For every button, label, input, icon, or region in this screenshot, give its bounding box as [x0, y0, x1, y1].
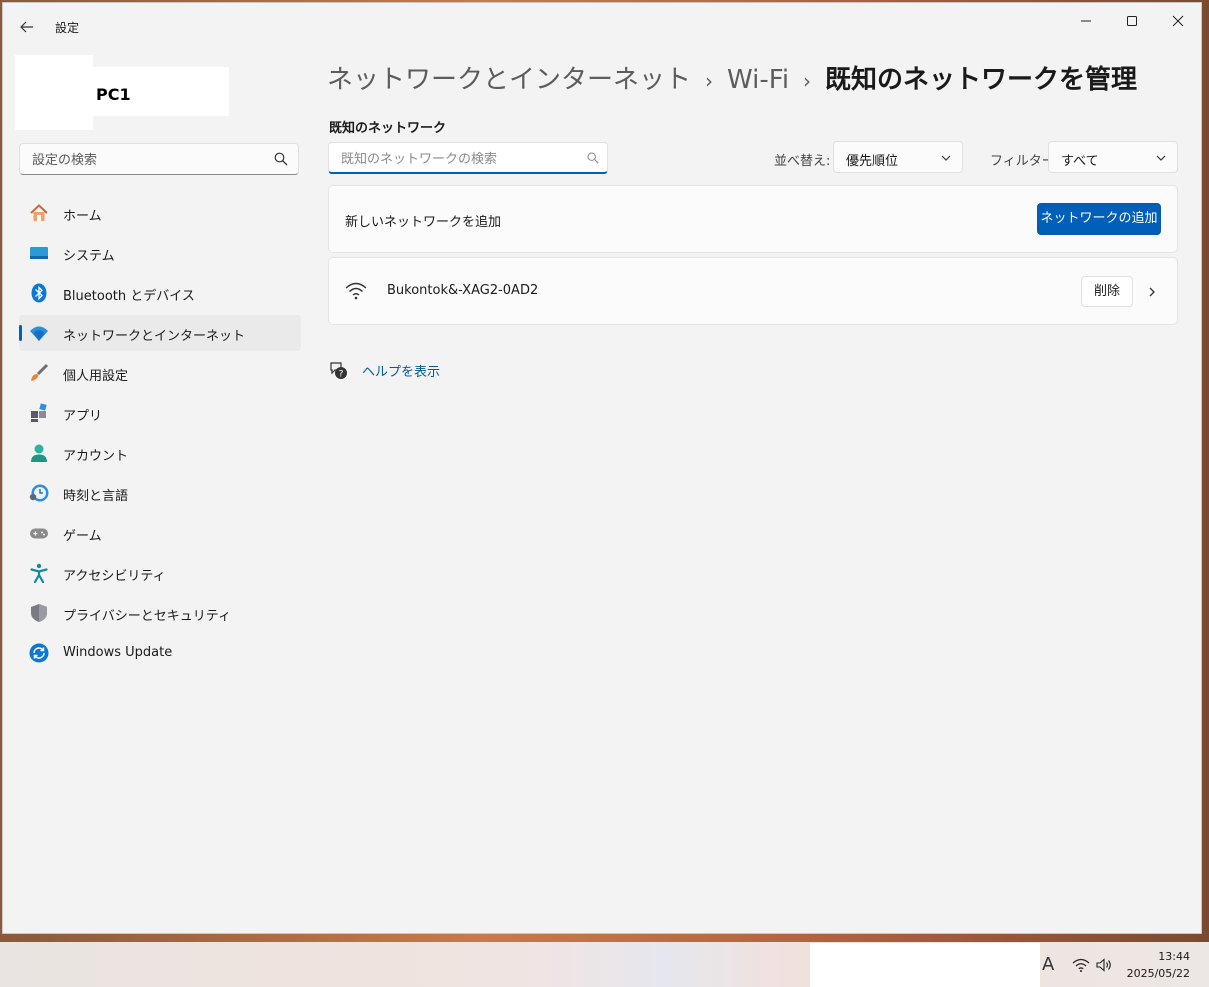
sidebar-item-label: 個人用設定	[63, 369, 129, 384]
settings-window: 設定 PC1 ホーム	[2, 2, 1202, 934]
gamepad-icon	[30, 528, 48, 539]
search-icon	[587, 152, 599, 164]
add-network-label: 新しいネットワークを追加	[345, 215, 502, 230]
maximize-button[interactable]	[1109, 9, 1155, 37]
sort-dropdown[interactable]: 優先順位	[833, 141, 963, 173]
sidebar-item-label: 時刻と言語	[63, 489, 129, 504]
network-name: Bukontok&-XAG2-0AD2	[387, 283, 539, 298]
add-network-card: 新しいネットワークを追加 ネットワークの追加	[328, 185, 1178, 253]
brush-icon	[31, 363, 49, 381]
user-name: PC1	[96, 85, 131, 104]
clock-date[interactable]: 2025/05/22	[1120, 967, 1190, 980]
sidebar-nav: ホーム システム Bluetooth とデバイス ネットワークとインターネット	[19, 195, 301, 675]
sidebar-item-label: アクセシビリティ	[63, 569, 166, 584]
network-row[interactable]: Bukontok&-XAG2-0AD2 削除	[328, 257, 1178, 325]
apps-icon	[31, 403, 47, 422]
help-link[interactable]: ヘルプを表示	[362, 361, 440, 380]
accessibility-icon	[30, 563, 48, 583]
breadcrumb: ネットワークとインターネット › Wi-Fi › 既知のネットワークを管理	[327, 59, 1137, 99]
breadcrumb-separator: ›	[705, 69, 714, 93]
sort-label: 並べ替え:	[774, 154, 831, 169]
system-icon	[30, 247, 48, 259]
chevron-right-icon[interactable]	[1146, 286, 1158, 298]
app-title: 設定	[55, 21, 80, 35]
sidebar-item-label: ホーム	[63, 209, 102, 224]
filter-value: すべて	[1061, 154, 1099, 169]
sidebar-item-label: アカウント	[63, 449, 129, 464]
sidebar-item-label: アプリ	[63, 409, 103, 424]
sidebar-item-label: Bluetooth とデバイス	[63, 289, 195, 304]
sidebar-item-accounts[interactable]: アカウント	[19, 435, 301, 471]
chevron-down-icon	[941, 155, 951, 161]
clock-time[interactable]: 13:44	[1150, 950, 1190, 963]
taskbar: A 13:44 2025/05/22	[0, 942, 1209, 987]
account-icon	[31, 444, 47, 462]
section-title: 既知のネットワーク	[329, 121, 447, 136]
update-icon	[29, 643, 49, 663]
delete-network-button[interactable]: 削除	[1081, 276, 1133, 307]
sidebar-item-label: プライバシーとセキュリティ	[63, 609, 231, 624]
sidebar-item-time-language[interactable]: 時刻と言語	[19, 475, 301, 511]
svg-text:?: ?	[339, 370, 344, 380]
close-button[interactable]	[1155, 9, 1201, 37]
bluetooth-icon	[31, 283, 47, 303]
sort-value: 優先順位	[846, 154, 899, 169]
user-avatar[interactable]	[15, 55, 93, 130]
home-icon	[30, 204, 48, 221]
shield-icon	[31, 604, 47, 622]
sidebar-item-label: ネットワークとインターネット	[63, 329, 246, 344]
sidebar-item-accessibility[interactable]: アクセシビリティ	[19, 555, 301, 591]
sidebar-item-bluetooth[interactable]: Bluetooth とデバイス	[19, 275, 301, 311]
minimize-icon	[1081, 20, 1091, 22]
maximize-icon	[1127, 16, 1137, 26]
filter-dropdown[interactable]: すべて	[1048, 141, 1178, 173]
known-network-search-box[interactable]	[328, 142, 608, 174]
sidebar-item-apps[interactable]: アプリ	[19, 395, 301, 431]
ime-indicator[interactable]: A	[1042, 954, 1054, 975]
sidebar-item-windows-update[interactable]: Windows Update	[19, 635, 301, 671]
back-button[interactable]	[15, 15, 39, 39]
network-icon	[30, 326, 48, 341]
sidebar-item-label: Windows Update	[63, 645, 173, 660]
sidebar-item-system[interactable]: システム	[19, 235, 301, 271]
breadcrumb-separator: ›	[803, 69, 812, 93]
settings-search-box[interactable]	[19, 143, 299, 175]
volume-icon[interactable]	[1096, 958, 1112, 972]
settings-search-input[interactable]	[30, 150, 264, 170]
minimize-button[interactable]	[1063, 9, 1109, 37]
wifi-icon	[345, 282, 367, 300]
sidebar-item-personalization[interactable]: 個人用設定	[19, 355, 301, 391]
taskbar-redacted-area	[810, 943, 1040, 987]
sidebar-item-privacy-security[interactable]: プライバシーとセキュリティ	[19, 595, 301, 631]
sidebar-item-label: システム	[63, 249, 115, 264]
title-bar: 設定	[3, 3, 1201, 49]
close-icon	[1172, 15, 1184, 27]
breadcrumb-wifi[interactable]: Wi-Fi	[727, 65, 789, 95]
sidebar-item-home[interactable]: ホーム	[19, 195, 301, 231]
sidebar-item-network[interactable]: ネットワークとインターネット	[19, 315, 301, 351]
back-arrow-icon	[20, 21, 33, 33]
search-icon	[274, 152, 288, 166]
breadcrumb-network[interactable]: ネットワークとインターネット	[327, 65, 691, 95]
known-network-search-input[interactable]	[339, 149, 573, 169]
chevron-down-icon	[1156, 155, 1166, 161]
add-network-button[interactable]: ネットワークの追加	[1037, 203, 1161, 235]
wifi-icon[interactable]	[1072, 958, 1090, 972]
time-language-icon	[29, 484, 49, 502]
help-icon: ?	[330, 362, 347, 380]
sidebar-item-gaming[interactable]: ゲーム	[19, 515, 301, 551]
sidebar-item-label: ゲーム	[63, 529, 102, 544]
page-title: 既知のネットワークを管理	[825, 65, 1138, 95]
